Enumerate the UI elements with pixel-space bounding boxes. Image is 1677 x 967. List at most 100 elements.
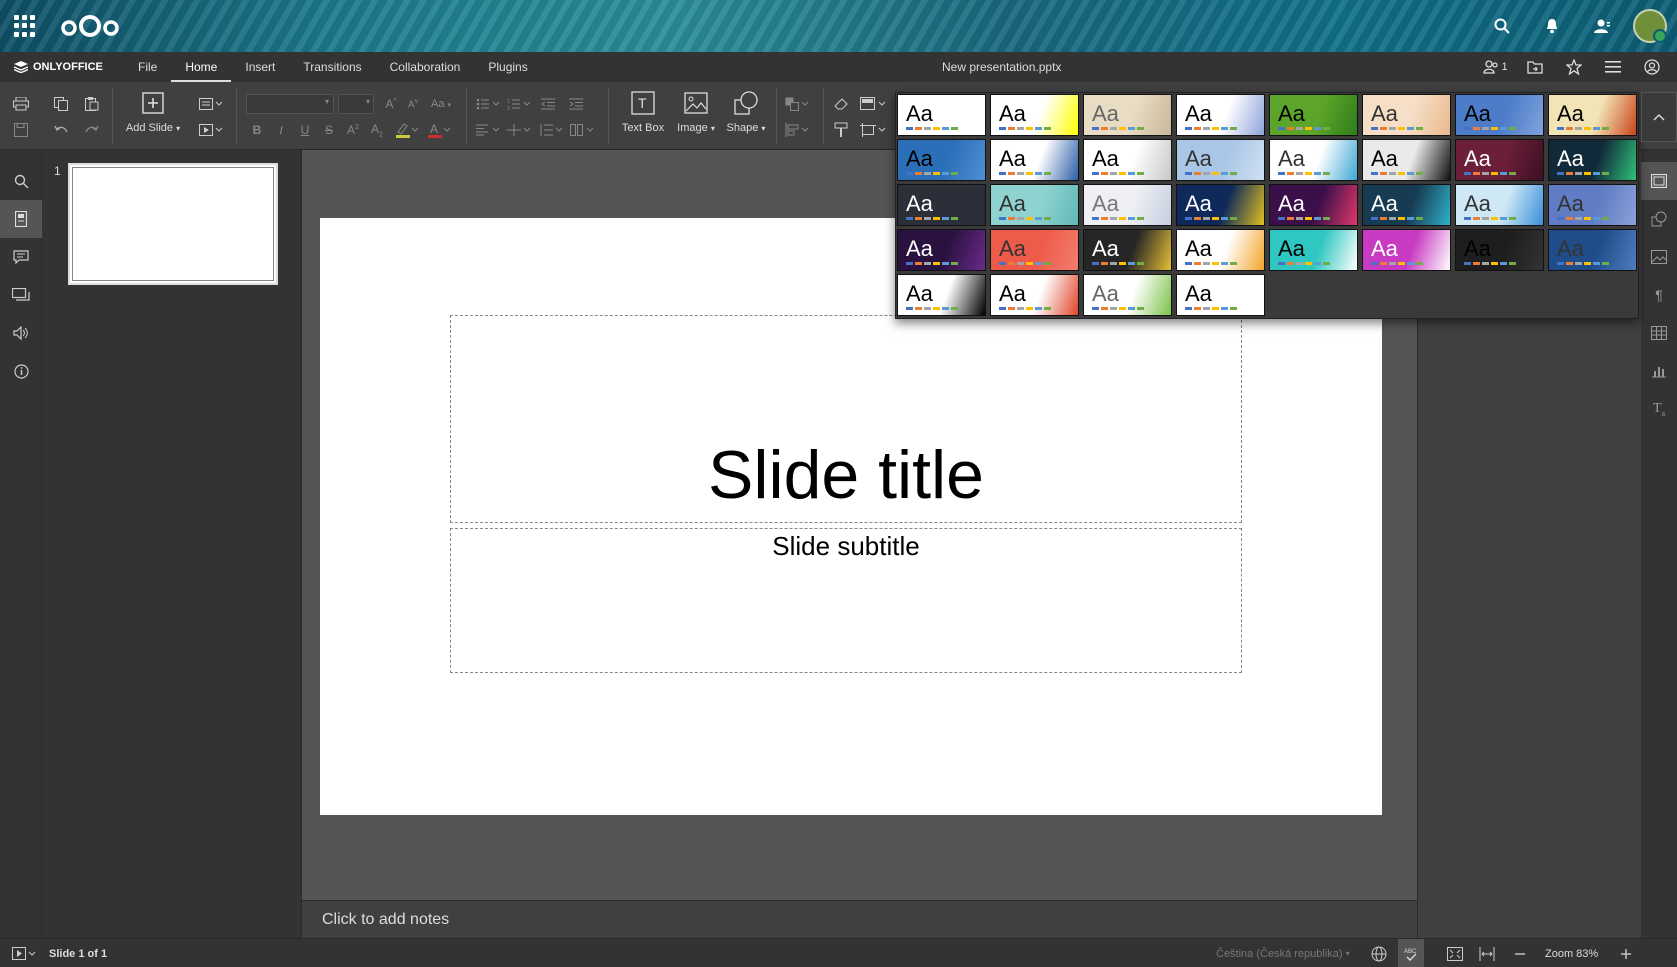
theme-thumbnail[interactable]: Aa [1176, 274, 1265, 316]
coauthors-button[interactable]: 1 [1476, 52, 1515, 82]
clear-style-icon[interactable] [830, 93, 852, 115]
theme-thumbnail[interactable]: Aa [1083, 274, 1172, 316]
font-color-icon[interactable]: A [424, 119, 454, 141]
open-location-icon[interactable] [1515, 52, 1554, 82]
theme-thumbnail[interactable]: Aa [1176, 229, 1265, 271]
collapse-gallery-button[interactable] [1641, 92, 1677, 142]
slide-settings-icon[interactable] [1641, 162, 1677, 200]
notifications-bell-icon[interactable] [1527, 0, 1577, 52]
user-account-icon[interactable] [1632, 52, 1671, 82]
theme-thumbnail[interactable]: Aa [1176, 94, 1265, 136]
theme-thumbnail[interactable]: Aa [897, 94, 986, 136]
theme-thumbnail[interactable]: Aa [1455, 139, 1544, 181]
tab-insert[interactable]: Insert [231, 52, 289, 82]
tab-collaboration[interactable]: Collaboration [376, 52, 475, 82]
chart-settings-icon[interactable] [1641, 352, 1677, 390]
theme-thumbnail[interactable]: Aa [1362, 229, 1451, 271]
nextcloud-logo[interactable] [58, 12, 122, 40]
theme-thumbnail[interactable]: Aa [1362, 139, 1451, 181]
theme-thumbnail[interactable]: Aa [1455, 184, 1544, 226]
bullets-icon[interactable] [474, 93, 502, 115]
save-icon[interactable] [10, 119, 32, 141]
theme-thumbnail[interactable]: Aa [1083, 139, 1172, 181]
theme-thumbnail[interactable]: Aa [1176, 139, 1265, 181]
slide-layout-button[interactable] [196, 93, 226, 115]
theme-thumbnail[interactable]: Aa [990, 94, 1079, 136]
image-settings-icon[interactable] [1641, 238, 1677, 276]
paste-icon[interactable] [81, 93, 103, 115]
italic-icon[interactable]: I [270, 119, 292, 141]
slides-panel-icon[interactable] [0, 200, 42, 238]
arrange-shape-icon[interactable] [783, 93, 811, 115]
subtitle-placeholder[interactable]: Slide subtitle [450, 528, 1242, 673]
font-size-select[interactable]: ▾ [338, 94, 374, 114]
theme-thumbnail[interactable]: Aa [1548, 139, 1637, 181]
about-info-icon[interactable] [0, 352, 42, 390]
theme-thumbnail[interactable]: Aa [990, 184, 1079, 226]
theme-thumbnail[interactable]: Aa [1362, 184, 1451, 226]
theme-thumbnail[interactable]: Aa [990, 274, 1079, 316]
theme-thumbnail[interactable]: Aa [897, 274, 986, 316]
text-art-settings-icon[interactable]: Ta [1641, 390, 1677, 428]
chat-icon[interactable] [0, 276, 42, 314]
vertical-align-icon[interactable] [505, 119, 533, 141]
increase-indent-icon[interactable] [565, 93, 587, 115]
theme-thumbnail[interactable]: Aa [1269, 94, 1358, 136]
search-icon[interactable] [1477, 0, 1527, 52]
columns-icon[interactable] [568, 119, 596, 141]
theme-thumbnail[interactable]: Aa [1548, 184, 1637, 226]
notes-area[interactable]: Click to add notes [302, 900, 1417, 938]
line-spacing-icon[interactable] [537, 119, 565, 141]
strikethrough-icon[interactable]: S [318, 119, 340, 141]
paragraph-settings-icon[interactable]: ¶ [1641, 276, 1677, 314]
add-slide-button[interactable]: Add Slide ▾ [122, 84, 184, 144]
start-slideshow-status-button[interactable] [12, 939, 36, 967]
increase-font-icon[interactable]: A^ [380, 93, 402, 115]
theme-thumbnail[interactable]: Aa [1455, 229, 1544, 271]
theme-thumbnail[interactable]: Aa [1455, 94, 1544, 136]
contacts-icon[interactable] [1577, 0, 1627, 52]
spell-check-icon[interactable]: ABC [1398, 939, 1424, 967]
zoom-in-icon[interactable] [1620, 939, 1632, 967]
text-box-button[interactable]: T Text Box [615, 84, 671, 144]
font-family-select[interactable]: ▾ [246, 94, 334, 114]
search-icon[interactable] [0, 162, 42, 200]
tab-plugins[interactable]: Plugins [474, 52, 541, 82]
fit-to-slide-icon[interactable] [1447, 939, 1463, 967]
shape-button[interactable]: Shape ▾ [718, 84, 774, 144]
document-language-icon[interactable] [1371, 939, 1387, 967]
zoom-out-icon[interactable] [1514, 939, 1526, 967]
comments-icon[interactable] [0, 238, 42, 276]
subscript-icon[interactable]: A2 [366, 119, 388, 141]
slide-size-button[interactable] [858, 119, 888, 141]
copy-style-icon[interactable] [830, 119, 852, 141]
theme-thumbnail[interactable]: Aa [1083, 94, 1172, 136]
theme-thumbnail[interactable]: Aa [1176, 184, 1265, 226]
underline-icon[interactable]: U [294, 119, 316, 141]
favorite-star-icon[interactable] [1554, 52, 1593, 82]
tab-transitions[interactable]: Transitions [289, 52, 375, 82]
theme-thumbnail[interactable]: Aa [1269, 184, 1358, 226]
redo-icon[interactable] [81, 119, 103, 141]
theme-thumbnail[interactable]: Aa [1083, 184, 1172, 226]
tab-file[interactable]: File [124, 52, 171, 82]
theme-thumbnail[interactable]: Aa [897, 184, 986, 226]
align-shape-icon[interactable] [783, 119, 811, 141]
start-slideshow-button[interactable] [196, 119, 226, 141]
shape-settings-icon[interactable] [1641, 200, 1677, 238]
slide-theme-button[interactable] [858, 93, 888, 115]
theme-thumbnail[interactable]: Aa [990, 229, 1079, 271]
fit-to-width-icon[interactable] [1479, 939, 1495, 967]
theme-thumbnail[interactable]: Aa [1362, 94, 1451, 136]
app-menu-icon[interactable] [14, 15, 36, 37]
language-select[interactable]: Čeština (Česká republika) ▾ [1216, 939, 1350, 967]
theme-thumbnail[interactable]: Aa [1548, 229, 1637, 271]
theme-thumbnail[interactable]: Aa [1269, 229, 1358, 271]
change-case-icon[interactable]: Aa ▾ [426, 93, 456, 115]
speaker-feedback-icon[interactable] [0, 314, 42, 352]
theme-thumbnail[interactable]: Aa [1548, 94, 1637, 136]
decrease-indent-icon[interactable] [537, 93, 559, 115]
theme-thumbnail[interactable]: Aa [1269, 139, 1358, 181]
undo-icon[interactable] [50, 119, 72, 141]
copy-icon[interactable] [50, 93, 72, 115]
